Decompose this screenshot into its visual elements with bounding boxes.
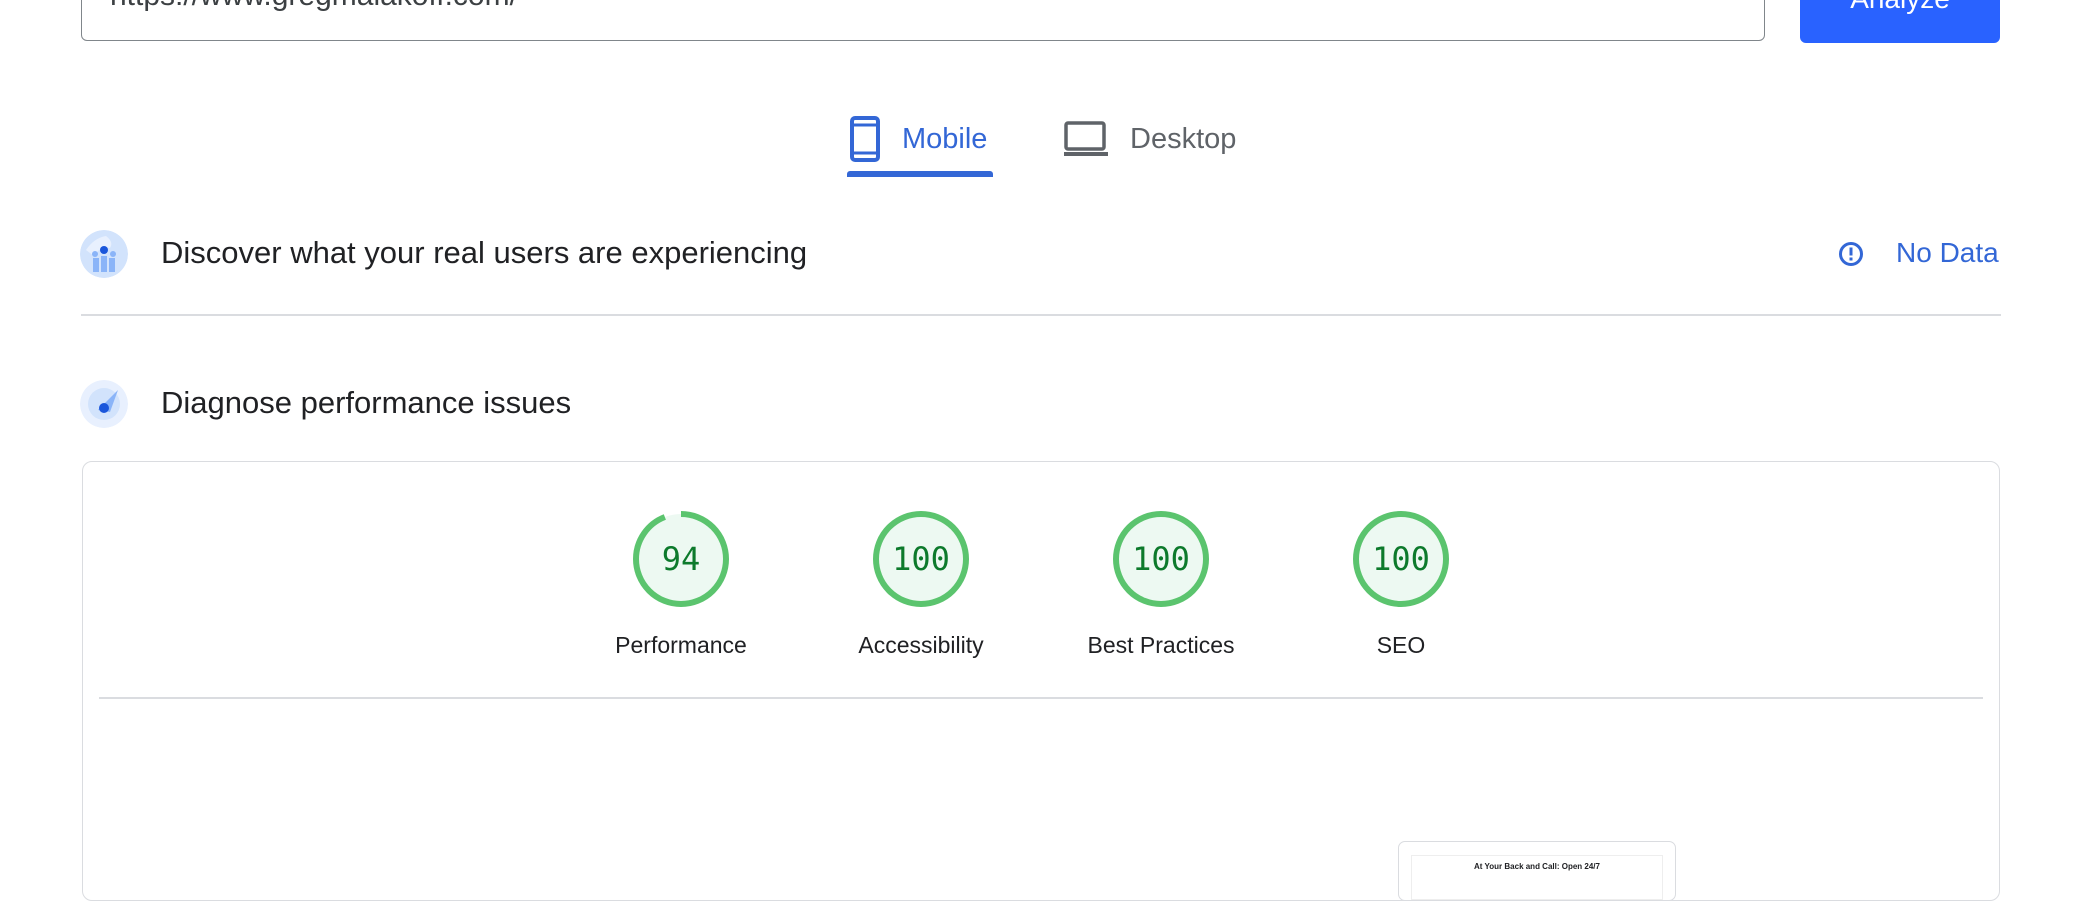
score-gauge-accessibility[interactable]: 100 bbox=[871, 509, 971, 609]
score-label: SEO bbox=[1376, 632, 1426, 658]
performance-diagnose-icon bbox=[80, 380, 128, 428]
page-screenshot-thumbnail: At Your Back and Call: Open 24/7 bbox=[1398, 841, 1676, 901]
real-users-icon bbox=[80, 230, 128, 278]
analyze-button[interactable]: Analyze bbox=[1800, 0, 2000, 43]
score-value: 100 bbox=[1372, 540, 1430, 578]
score-gauge-seo[interactable]: 100 bbox=[1351, 509, 1451, 609]
thumbnail-headline: At Your Back and Call: Open 24/7 bbox=[1411, 855, 1663, 900]
alert-circle-icon bbox=[1839, 242, 1863, 266]
lab-data-title: Diagnose performance issues bbox=[161, 385, 572, 420]
tab-desktop-label: Desktop bbox=[1130, 122, 1237, 155]
lab-report-card bbox=[82, 461, 2000, 901]
field-data-title: Discover what your real users are experi… bbox=[161, 235, 808, 270]
active-tab-indicator bbox=[847, 171, 993, 177]
score-value: 100 bbox=[1132, 540, 1190, 578]
score-value: 100 bbox=[892, 540, 950, 578]
score-gauge-best-practices[interactable]: 100 bbox=[1111, 509, 1211, 609]
score-gauge-performance[interactable]: 94 bbox=[631, 509, 731, 609]
score-label: Accessibility bbox=[858, 632, 984, 658]
field-data-status[interactable]: No Data bbox=[1896, 237, 1999, 269]
smartphone-icon bbox=[850, 116, 880, 162]
section-divider bbox=[81, 314, 2001, 316]
card-divider bbox=[99, 697, 1983, 699]
tab-mobile-label: Mobile bbox=[902, 122, 988, 155]
tab-mobile[interactable]: Mobile bbox=[850, 104, 987, 174]
score-value: 94 bbox=[661, 540, 701, 578]
score-label: Best Practices bbox=[1087, 632, 1235, 658]
tab-desktop[interactable]: Desktop bbox=[1064, 104, 1236, 174]
url-input[interactable]: https://www.gregmalakoff.com/ bbox=[81, 0, 1765, 41]
score-label: Performance bbox=[615, 632, 747, 658]
laptop-icon bbox=[1064, 121, 1108, 156]
